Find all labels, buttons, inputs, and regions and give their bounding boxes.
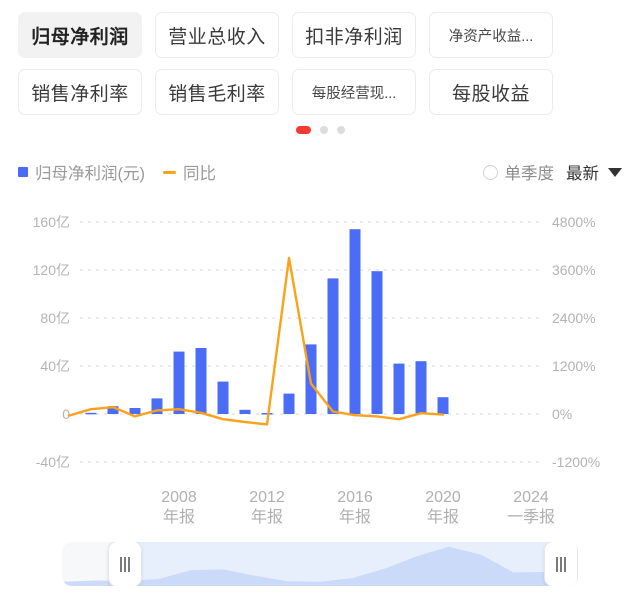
pager-dots bbox=[0, 126, 640, 134]
y-axis-tick-left: 160亿 bbox=[33, 214, 70, 230]
single-quarter-label: 单季度 bbox=[504, 165, 555, 183]
x-axis-tick-period: 年报 bbox=[251, 508, 283, 526]
bar bbox=[195, 348, 207, 414]
y-axis-tick-left: 0 bbox=[62, 406, 70, 422]
pager-dot-1[interactable] bbox=[295, 126, 311, 134]
trend-line bbox=[67, 256, 445, 426]
bar bbox=[415, 361, 427, 414]
tab-koufei-jinglirun[interactable]: 扣非净利润 bbox=[292, 12, 416, 58]
chart-controls: 单季度 最新 bbox=[482, 160, 622, 184]
x-axis-tick-year: 2012 bbox=[249, 489, 285, 506]
bar bbox=[327, 278, 339, 414]
legend-line-swatch-icon bbox=[163, 170, 176, 174]
legend-and-controls: 归母净利润(元) 同比 单季度 最新 bbox=[0, 155, 640, 189]
legend-line-label: 同比 bbox=[183, 165, 216, 183]
sort-order-select[interactable]: 最新 bbox=[566, 160, 622, 184]
bar bbox=[129, 408, 141, 414]
bar bbox=[371, 271, 383, 414]
financial-metric-chart-panel: 归母净利润 营业总收入 扣非净利润 净资产收益... 销售净利率 销售毛利率 每… bbox=[0, 0, 640, 594]
chart-canvas: 160亿 4800% 120亿 3600% 80亿 2400% 40亿 1200% 0 0% -40… bbox=[33, 214, 601, 526]
range-handle-left[interactable] bbox=[108, 542, 142, 586]
y-axis-tick-right: 0% bbox=[552, 406, 572, 422]
bar bbox=[283, 393, 295, 414]
chevron-down-icon bbox=[608, 167, 622, 177]
pager-dot-2[interactable] bbox=[319, 126, 328, 134]
legend-bar-swatch-icon bbox=[18, 167, 28, 177]
x-axis-tick-year: 2020 bbox=[425, 489, 461, 506]
x-axis-tick-period: 年报 bbox=[163, 508, 195, 526]
x-axis-tick-year: 2008 bbox=[161, 489, 197, 506]
x-axis-tick-period: 年报 bbox=[427, 508, 459, 526]
y-axis-tick-left: 120亿 bbox=[33, 262, 70, 278]
combo-chart: 160亿 4800% 120亿 3600% 80亿 2400% 40亿 1200% 0 0% -40… bbox=[0, 196, 640, 536]
x-axis-tick-period: 一季报 bbox=[507, 508, 555, 526]
bar bbox=[261, 413, 273, 415]
tab-meigu-jingyingxian[interactable]: 每股经营现... bbox=[292, 69, 416, 115]
bar bbox=[85, 412, 97, 415]
bar bbox=[239, 409, 251, 414]
bar bbox=[393, 363, 405, 414]
tab-jingzichan-shouyilv[interactable]: 净资产收益... bbox=[429, 12, 553, 58]
bar bbox=[437, 397, 449, 414]
legend-item-line[interactable]: 同比 bbox=[163, 160, 216, 184]
tab-xiaoshou-maolilv[interactable]: 销售毛利率 bbox=[155, 69, 279, 115]
single-quarter-toggle[interactable]: 单季度 bbox=[482, 160, 555, 184]
x-axis-tick-period: 年报 bbox=[339, 508, 371, 526]
y-axis-tick-left: -40亿 bbox=[36, 454, 70, 470]
y-axis-tick-left: 80亿 bbox=[40, 310, 70, 326]
legend-bar-label: 归母净利润(元) bbox=[35, 165, 145, 183]
y-axis-tick-right: 4800% bbox=[552, 214, 596, 230]
x-axis-tick-year: 2024 bbox=[513, 489, 549, 506]
pager-dot-3[interactable] bbox=[336, 126, 345, 134]
y-axis-tick-right: -1200% bbox=[552, 454, 600, 470]
bar bbox=[173, 351, 185, 414]
y-axis-tick-left: 40亿 bbox=[40, 358, 70, 374]
radio-circle-icon bbox=[482, 164, 498, 180]
tab-yingye-zongshouru[interactable]: 营业总收入 bbox=[155, 12, 279, 58]
bar bbox=[217, 381, 229, 414]
y-axis-tick-right: 1200% bbox=[552, 358, 596, 374]
x-axis-tick-year: 2016 bbox=[337, 489, 373, 506]
bar bbox=[349, 229, 361, 414]
chart-range-slider[interactable] bbox=[62, 542, 578, 586]
tab-guimu-jinglirun[interactable]: 归母净利润 bbox=[18, 12, 142, 58]
metric-tab-grid: 归母净利润 营业总收入 扣非净利润 净资产收益... 销售净利率 销售毛利率 每… bbox=[0, 0, 640, 115]
y-axis-tick-right: 2400% bbox=[552, 310, 596, 326]
tab-meigu-shouyi[interactable]: 每股收益 bbox=[429, 69, 553, 115]
sort-order-value: 最新 bbox=[566, 165, 599, 183]
tab-xiaoshou-jinglilv[interactable]: 销售净利率 bbox=[18, 69, 142, 115]
range-handle-right[interactable] bbox=[544, 542, 578, 586]
legend-item-bar[interactable]: 归母净利润(元) bbox=[18, 160, 145, 184]
y-axis-tick-right: 3600% bbox=[552, 262, 596, 278]
